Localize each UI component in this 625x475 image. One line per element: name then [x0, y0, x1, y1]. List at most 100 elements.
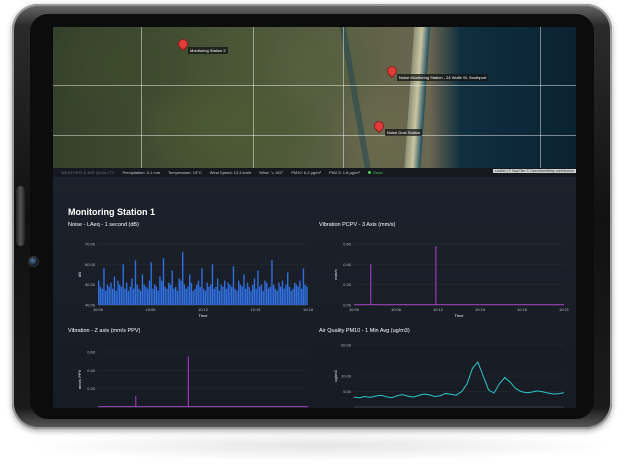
noise-bar — [124, 288, 126, 305]
noise-bar — [166, 288, 168, 305]
noise-bar — [183, 284, 186, 305]
noise-bar — [196, 284, 198, 305]
noise-bar — [178, 278, 180, 305]
noise-bar — [129, 286, 131, 305]
noise-chart[interactable]: 70.0060.0050.0040.00dB10:00 10:06 10:12 10:… — [68, 232, 313, 322]
camera-lens — [29, 257, 38, 266]
x-tick-label: 10:15 — [250, 307, 261, 312]
wind-direction-value: Wind: ↘ 152° — [259, 170, 284, 175]
status-section-label: WEATHER & AIR QUALITY — [61, 170, 115, 175]
noise-bar — [164, 286, 166, 305]
noise-bar — [253, 278, 256, 305]
y-tick-label: 0.60 — [343, 242, 352, 247]
noise-bar — [155, 286, 158, 305]
noise-bar — [229, 284, 231, 305]
noise-bar — [271, 260, 273, 305]
noise-bar — [304, 284, 306, 305]
noise-bar — [248, 286, 250, 305]
pm10-series-line — [353, 361, 565, 399]
noise-bar — [180, 280, 182, 305]
noise-bar — [145, 286, 147, 305]
noise-bar — [290, 290, 292, 305]
map-grid-line — [343, 27, 344, 177]
noise-bar — [176, 290, 179, 305]
noise-bar — [138, 288, 140, 305]
noise-bar — [189, 274, 191, 305]
noise-bar — [173, 288, 175, 305]
map-coastline — [403, 27, 431, 177]
noise-bar — [206, 282, 208, 305]
map-marker-southport[interactable] — [386, 65, 398, 78]
noise-bar — [143, 284, 145, 305]
map-attribution[interactable]: Leaflet | © MapTiler © OpenStreetMap con… — [493, 169, 576, 173]
noise-bar — [131, 278, 133, 305]
noise-bar — [154, 284, 156, 305]
noise-bar — [292, 288, 294, 305]
noise-bar — [231, 286, 233, 305]
noise-bar — [246, 282, 249, 305]
y-tick-label: 60.00 — [85, 262, 96, 267]
noise-bar — [182, 252, 184, 305]
map-marker-icon — [386, 65, 398, 77]
vibration-pcpv-chart-title: Vibration PCPV - 3 Axis (mm/s) — [319, 222, 396, 228]
charts-panel: Monitoring Station 1 Noise - LAeq - 1 se… — [53, 177, 576, 408]
noise-bar — [148, 280, 151, 305]
map-marker-station-2[interactable] — [177, 38, 189, 51]
x-axis-label: Time — [454, 313, 464, 318]
noise-bar — [99, 286, 102, 305]
noise-chart-title: Noise - LAeq - 1 second (dB) — [68, 222, 139, 228]
noise-bar — [162, 258, 165, 305]
noise-bar — [171, 270, 173, 305]
vibration-z-chart[interactable]: 0.60 0.40 0.20 mm/s PPV — [68, 337, 313, 408]
noise-bar — [278, 282, 280, 305]
dashboard-screen: Monitoring Station 2 Noise Monitoring St… — [53, 27, 576, 408]
noise-bar — [157, 290, 159, 305]
noise-bar — [101, 288, 103, 305]
map-marker-dust-station[interactable] — [373, 120, 385, 133]
noise-bar — [232, 266, 235, 305]
noise-bar — [227, 282, 229, 305]
noise-bar — [136, 284, 138, 305]
y-axis-label: ug/m3 — [333, 369, 338, 382]
noise-bar — [269, 286, 271, 305]
noise-bar — [98, 280, 100, 305]
noise-bar — [203, 288, 205, 305]
y-tick-label: 50.00 — [85, 282, 96, 287]
noise-bar — [280, 286, 282, 305]
noise-bar — [187, 286, 189, 305]
noise-bar — [283, 288, 285, 305]
noise-bar — [257, 270, 259, 305]
noise-bar — [204, 290, 207, 305]
y-tick-label: 0.40 — [87, 368, 96, 373]
air-quality-chart[interactable]: 20.00 10.00 5.00 ug/m3 — [319, 337, 569, 408]
y-tick-label: 5.00 — [343, 389, 352, 394]
noise-bar — [213, 288, 215, 305]
noise-bar — [175, 286, 177, 305]
device-shadow — [24, 431, 614, 461]
noise-bar — [250, 290, 252, 305]
noise-bar — [273, 284, 275, 305]
noise-bar — [245, 288, 247, 305]
noise-bar — [285, 284, 287, 305]
noise-bar — [281, 280, 284, 305]
noise-bar — [294, 282, 296, 305]
noise-bar — [113, 276, 116, 305]
noise-bar — [259, 286, 261, 305]
map-grid-line — [53, 135, 576, 136]
noise-bar — [236, 290, 238, 305]
map-marker-label: Monitoring Station 2 — [188, 47, 228, 54]
y-tick-label: 70.00 — [85, 242, 96, 247]
noise-bar — [126, 282, 128, 305]
vibration-pcpv-chart[interactable]: 0.600.400.200.00mm/s10:00 10:06 10:12 10:15… — [319, 232, 569, 322]
noise-bar — [197, 280, 200, 305]
map-marker-label: Noise Dust Station — [385, 129, 423, 136]
noise-bar — [134, 260, 137, 305]
noise-bar — [255, 288, 257, 305]
x-tick-label: 10:12 — [198, 307, 209, 312]
x-tick-label: 10:15 — [475, 307, 486, 312]
noise-bar — [297, 286, 299, 305]
pm10-value: PM10: 6.2 µg/m³ — [291, 170, 321, 175]
satellite-map[interactable]: Monitoring Station 2 Noise Monitoring St… — [53, 27, 576, 177]
map-marker-icon — [177, 38, 189, 50]
y-tick-label: 20.00 — [341, 343, 352, 348]
